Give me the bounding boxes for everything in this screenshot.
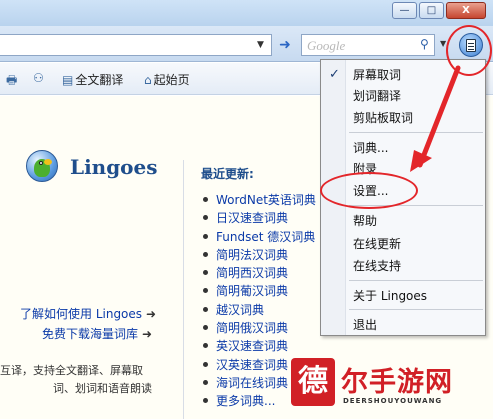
arrow-right-icon: ➜: [146, 307, 157, 321]
printer-icon: 🖶: [6, 73, 18, 87]
watermark-subtext: DEERSHOUYOUWANG: [343, 397, 443, 405]
menu-item-online-update[interactable]: 在线更新: [353, 235, 401, 252]
home-label: 起始页: [153, 73, 190, 87]
menu-item-exit[interactable]: 退出: [353, 316, 377, 333]
search-input[interactable]: Google ⚲: [301, 34, 435, 56]
watermark-text: 尔手游网: [341, 367, 453, 398]
close-button[interactable]: X: [446, 2, 486, 19]
list-item[interactable]: 日汉速查词典: [203, 209, 316, 227]
recent-updates-title: 最近更新:: [201, 167, 254, 181]
translate-icon: ▤: [62, 73, 74, 87]
title-bar: — □ X: [0, 0, 493, 26]
menu-item-online-support[interactable]: 在线支持: [353, 257, 401, 274]
list-item[interactable]: 简明西汉词典: [203, 264, 316, 282]
annotation-arrow: [410, 65, 461, 172]
list-item[interactable]: WordNet英语词典: [203, 191, 316, 209]
home-icon: ⌂: [144, 73, 152, 87]
menu-item-screen-capture[interactable]: 屏幕取词: [353, 66, 401, 83]
lingoes-logo: [26, 150, 58, 182]
chevron-down-icon[interactable]: ▼: [257, 40, 264, 50]
print-button[interactable]: 🖶: [6, 71, 19, 92]
arrow-right-icon: ➜: [142, 327, 153, 341]
menu-item-dictionaries[interactable]: 词典...: [353, 139, 388, 156]
address-field[interactable]: ▼: [0, 34, 272, 56]
column-divider: [183, 160, 184, 419]
list-item[interactable]: 简明葡汉词典: [203, 282, 316, 300]
maximize-button[interactable]: □: [419, 2, 444, 19]
download-dictionaries-link[interactable]: 免费下载海量词库 ➜: [42, 325, 152, 342]
list-item[interactable]: 简明俄汉词典: [203, 319, 316, 337]
menu-item-about[interactable]: 关于 Lingoes: [353, 287, 427, 304]
full-text-translate-button[interactable]: ▤ 全文翻译: [62, 71, 123, 88]
menu-item-help[interactable]: 帮助: [353, 212, 377, 229]
how-to-use-link[interactable]: 了解如何使用 Lingoes ➜: [20, 305, 156, 322]
brand-name: Lingoes: [70, 155, 158, 179]
list-item[interactable]: 英汉速查词典: [203, 337, 316, 355]
menu-separator: [349, 280, 483, 281]
minimize-button[interactable]: —: [392, 2, 417, 19]
home-button[interactable]: ⌂ 起始页: [144, 71, 190, 88]
list-item[interactable]: 简明法汉词典: [203, 246, 316, 264]
navigation-bar: ▼ ➜ Google ⚲ ▼: [0, 26, 493, 62]
download-dictionaries-label: 免费下载海量词库: [42, 327, 139, 341]
search-placeholder: Google: [307, 38, 346, 53]
go-button[interactable]: ➜: [276, 35, 294, 55]
menu-item-selection-translate[interactable]: 划词翻译: [353, 87, 401, 104]
description-line: 词、划词和语音朗读: [53, 382, 152, 395]
watermark-seal: 德: [291, 358, 335, 406]
full-text-translate-label: 全文翻译: [75, 73, 124, 87]
search-icon[interactable]: ⚲: [420, 37, 429, 51]
menu-separator: [349, 309, 483, 310]
list-item[interactable]: 越汉词典: [203, 301, 316, 319]
description-line: 互译，支持全文翻译、屏幕取: [0, 364, 143, 377]
binoculars-icon: ⚇: [33, 71, 44, 85]
check-icon: ✓: [329, 67, 340, 82]
find-button[interactable]: ⚇: [33, 71, 46, 85]
how-to-use-label: 了解如何使用 Lingoes: [20, 307, 143, 321]
list-item[interactable]: Fundset 德汉词典: [203, 228, 316, 246]
